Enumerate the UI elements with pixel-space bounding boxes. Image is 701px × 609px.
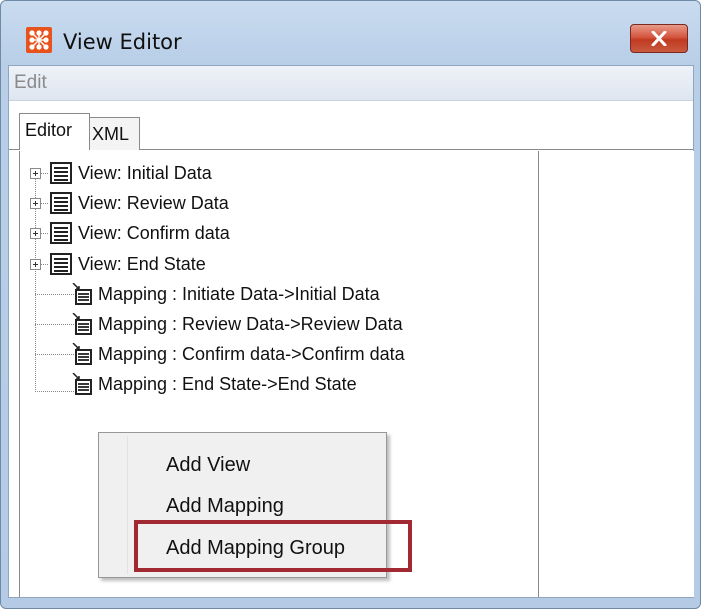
- tree-item-view[interactable]: View: End State: [50, 249, 206, 279]
- tree-item-label: Mapping : End State->End State: [98, 373, 357, 394]
- properties-pane: [539, 151, 694, 597]
- app-icon: [26, 27, 52, 53]
- document-icon: [50, 222, 72, 244]
- tree-item-mapping[interactable]: Mapping : Review Data->Review Data: [70, 309, 403, 339]
- menu-edit[interactable]: Edit: [14, 72, 47, 94]
- menu-item-add-mapping[interactable]: Add Mapping: [99, 487, 386, 523]
- tab-editor[interactable]: Editor: [19, 113, 90, 150]
- tree-item-mapping[interactable]: Mapping : Initiate Data->Initial Data: [70, 279, 380, 309]
- tab-divider: [140, 149, 693, 150]
- document-icon: [50, 192, 72, 214]
- tree-item-label: View: Confirm data: [78, 222, 230, 243]
- expand-toggle[interactable]: [30, 168, 41, 179]
- mapping-icon: [72, 343, 92, 365]
- tree-connector: [40, 203, 48, 204]
- tree-item-view[interactable]: View: Review Data: [50, 188, 229, 218]
- menu-bar: Edit: [9, 66, 693, 101]
- menu-item-add-view[interactable]: Add View: [99, 446, 386, 482]
- tree-item-label: Mapping : Confirm data->Confirm data: [98, 343, 405, 364]
- tab-xml[interactable]: XML: [90, 117, 140, 150]
- tree-item-mapping[interactable]: Mapping : End State->End State: [70, 369, 357, 399]
- tree-connector: [40, 233, 48, 234]
- document-icon: [50, 162, 72, 184]
- mapping-icon: [72, 313, 92, 335]
- window-title: View Editor: [63, 30, 182, 54]
- tree-item-view[interactable]: View: Initial Data: [50, 158, 212, 188]
- tree-connector: [40, 173, 48, 174]
- tree-item-label: View: End State: [78, 253, 206, 274]
- title-bar[interactable]: View Editor: [1, 1, 700, 65]
- close-button[interactable]: [630, 24, 688, 53]
- expand-toggle[interactable]: [30, 198, 41, 209]
- tree-item-mapping[interactable]: Mapping : Confirm data->Confirm data: [70, 339, 405, 369]
- document-icon: [50, 253, 72, 275]
- tree-item-label: Mapping : Initiate Data->Initial Data: [98, 283, 380, 304]
- expand-toggle[interactable]: [30, 259, 41, 270]
- tree-connector: [40, 264, 48, 265]
- tree-item-label: Mapping : Review Data->Review Data: [98, 313, 403, 334]
- mapping-icon: [72, 283, 92, 305]
- expand-toggle[interactable]: [30, 228, 41, 239]
- tree-item-label: View: Initial Data: [78, 162, 212, 183]
- tab-divider: [9, 149, 19, 150]
- tab-strip: Editor XML: [9, 101, 693, 150]
- highlight-annotation: [134, 520, 412, 572]
- menu-item-label: Add Mapping: [166, 495, 284, 517]
- tree-item-view[interactable]: View: Confirm data: [50, 218, 230, 248]
- menu-item-label: Add View: [166, 454, 251, 476]
- tree-item-label: View: Review Data: [78, 192, 229, 213]
- close-icon: [651, 31, 667, 46]
- view-editor-window: View Editor Edit Editor XML View: Initia…: [0, 0, 701, 609]
- mapping-icon: [72, 373, 92, 395]
